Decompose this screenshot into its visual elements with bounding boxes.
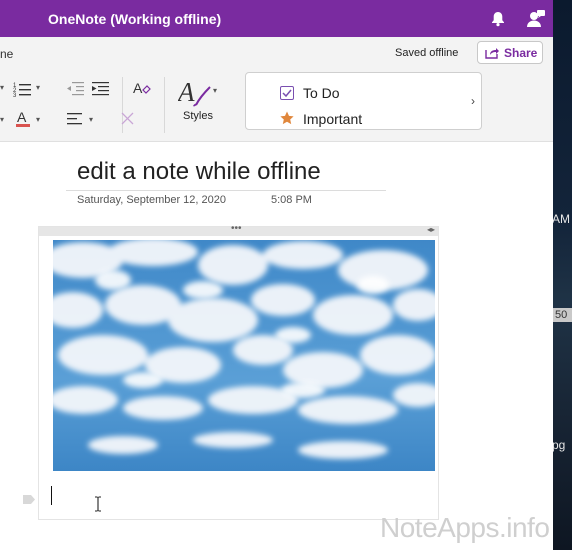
chevron-right-icon[interactable]: › [471,94,475,108]
sky-clouds-image[interactable] [53,240,435,471]
desktop-label: pg [552,438,566,452]
numbered-list-icon[interactable]: 123 [13,81,33,97]
desktop-label: AM [552,212,570,226]
chevron-down-icon[interactable]: ▾ [89,115,93,124]
styles-icon[interactable]: A [178,75,212,109]
watermark: NoteApps.info [380,512,550,543]
note-drag-handle[interactable]: ••• ◂▸ [39,223,438,236]
svg-text:A: A [133,80,143,96]
tag-todo[interactable]: To Do [303,85,340,101]
share-label: Share [504,46,538,60]
desktop-background [552,0,572,550]
chevron-down-icon[interactable]: ▾ [0,115,4,124]
note-container[interactable]: ••• ◂▸ [38,223,439,520]
svg-text:3: 3 [13,93,17,97]
bell-icon[interactable] [491,11,505,27]
delete-icon[interactable] [121,112,134,125]
paragraph-handle-icon[interactable] [22,492,36,504]
chevron-down-icon[interactable]: ▾ [36,115,40,124]
more-icon: ••• [231,223,242,234]
tags-gallery[interactable]: To Do Important › [245,72,482,130]
tag-important[interactable]: Important [303,111,362,127]
chevron-down-icon[interactable]: ▾ [0,83,4,92]
styles-label: Styles [183,110,213,122]
share-button[interactable]: Share [477,41,543,64]
outdent-icon[interactable] [67,81,84,96]
checkbox-icon [280,86,294,100]
svg-text:A: A [17,109,27,125]
chevron-down-icon[interactable]: ▾ [36,83,40,92]
ibeam-cursor-icon [94,496,102,512]
text-cursor [51,486,52,505]
saved-status: Saved offline [395,47,459,59]
share-icon [485,46,499,59]
title-bar: OneNote (Working offline) [0,0,553,37]
status-row: ne Saved offline Share [0,37,553,69]
account-icon[interactable] [526,9,546,29]
ribbon-divider [164,77,165,133]
resize-handle-icon[interactable]: ◂▸ [427,225,435,234]
clear-formatting-icon[interactable]: A [133,80,151,98]
font-color-icon[interactable]: A [16,109,32,128]
page-date: Saturday, September 12, 2020 [77,194,227,206]
onenote-window: OneNote (Working offline) ne Saved offli… [0,0,553,550]
ribbon-toolbar: ▾ ▾ 123 ▾ A A ▾ ▾ A ▾ Styles To Do Impor… [0,69,553,142]
page-time: 5:08 PM [271,194,312,206]
page-title[interactable]: edit a note while offline [77,158,321,186]
align-left-icon[interactable] [67,113,83,125]
title-underline [66,190,386,191]
svg-text:A: A [178,77,195,107]
star-icon [280,111,294,125]
indent-icon[interactable] [92,81,109,96]
menu-tab[interactable]: ne [0,47,13,61]
chevron-down-icon[interactable]: ▾ [213,86,217,95]
desktop-badge: 50 [553,308,572,322]
window-title: OneNote (Working offline) [48,11,222,27]
